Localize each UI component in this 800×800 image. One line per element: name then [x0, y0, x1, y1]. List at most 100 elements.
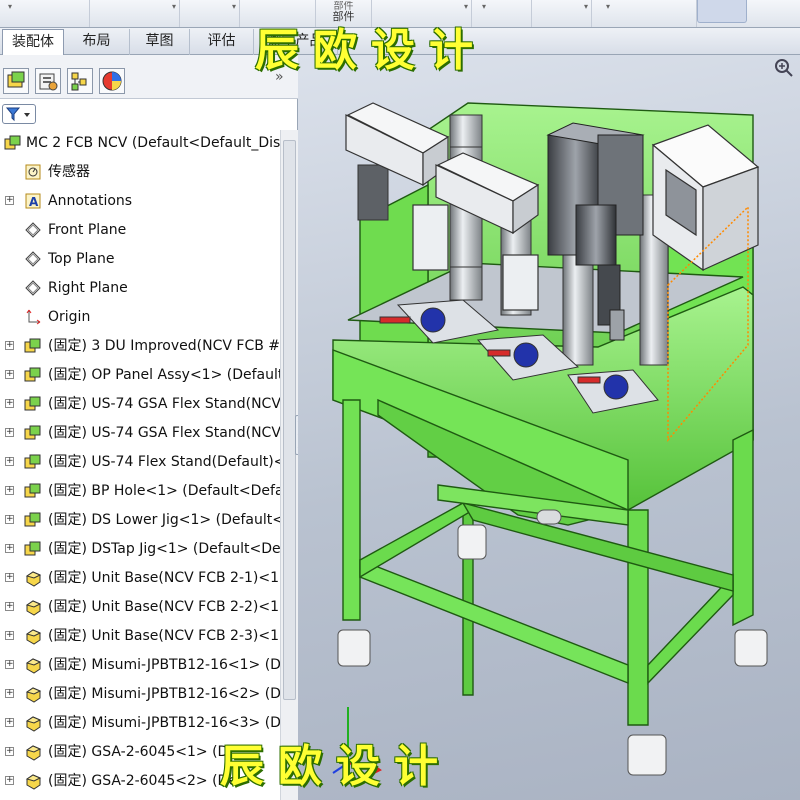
tree-item[interactable]: + (固定) US-74 GSA Flex Stand(NCV F — [0, 420, 280, 446]
tree-item-label: MC 2 FCB NCV (Default<Default_Disp — [26, 135, 280, 151]
tree-item-label: (固定) DSTap Jig<1> (Default<Def — [48, 541, 280, 557]
svg-text:A: A — [29, 195, 39, 209]
tree-item[interactable]: + A Annotations — [0, 188, 280, 214]
expand-icon[interactable]: + — [5, 573, 14, 582]
tab-assembly[interactable]: 装配体 — [2, 29, 64, 55]
plane-icon — [25, 222, 41, 238]
display-manager-tab[interactable] — [99, 68, 125, 94]
tree-item-label: (固定) Unit Base(NCV FCB 2-1)<1> — [48, 570, 280, 586]
tree-item-label: (固定) Misumi-JPBTB12-16<1> (De — [48, 657, 280, 673]
tab-evaluate[interactable]: 评估 — [190, 29, 254, 55]
expand-icon[interactable]: + — [5, 747, 14, 756]
ribbon-button[interactable]: ▾ — [90, 0, 180, 27]
expand-icon[interactable]: + — [5, 660, 14, 669]
expand-icon[interactable]: + — [5, 515, 14, 524]
tree-item-label: Top Plane — [48, 251, 115, 267]
tree-item[interactable]: Origin — [0, 304, 280, 330]
tree-item-label: Front Plane — [48, 222, 127, 238]
property-manager-icon — [39, 73, 58, 91]
expand-icon[interactable]: + — [5, 544, 14, 553]
expand-icon[interactable]: + — [5, 602, 14, 611]
tree-item-label: Origin — [48, 309, 91, 325]
tree-item[interactable]: + (固定) 3 DU Improved(NCV FCB #2 — [0, 333, 280, 359]
expand-icon[interactable]: + — [5, 631, 14, 640]
tree-item[interactable]: + (固定) US-74 Flex Stand(Default)<1 — [0, 449, 280, 475]
tree-item[interactable]: + (固定) DS Lower Jig<1> (Default<D — [0, 507, 280, 533]
filter-icon — [5, 107, 30, 122]
tree-item[interactable]: + (固定) Unit Base(NCV FCB 2-3)<1> — [0, 623, 280, 649]
tab-sketch[interactable]: 草图 — [130, 29, 190, 55]
expand-icon[interactable]: + — [5, 689, 14, 698]
subassembly-icon — [24, 483, 41, 498]
expand-icon[interactable]: + — [5, 399, 14, 408]
tree-item-label: Annotations — [48, 193, 133, 209]
tree-item-label: (固定) BP Hole<1> (Default<Defau — [48, 483, 280, 499]
feature-manager-icon — [7, 71, 25, 88]
ribbon-active-button[interactable] — [697, 0, 747, 23]
expand-icon[interactable]: + — [5, 341, 14, 350]
tree-item[interactable]: Top Plane — [0, 246, 280, 272]
filter-dropdown[interactable] — [2, 104, 36, 124]
tree-item[interactable]: + (固定) DSTap Jig<1> (Default<Def — [0, 536, 280, 562]
configuration-manager-icon — [71, 72, 87, 91]
graphics-viewport[interactable] — [298, 55, 800, 800]
part-icon — [25, 571, 42, 587]
tree-item[interactable]: + (固定) US-74 GSA Flex Stand(NCV F — [0, 391, 280, 417]
tree-item[interactable]: + (固定) Unit Base(NCV FCB 2-1)<1> — [0, 565, 280, 591]
assembly-icon — [4, 135, 21, 150]
subassembly-icon — [24, 541, 41, 556]
part-icon — [25, 745, 42, 761]
feature-tree: MC 2 FCB NCV (Default<Default_Disp 传感器 + A A… — [0, 130, 280, 800]
zoom-icon — [775, 59, 793, 77]
tree-root-item[interactable]: MC 2 FCB NCV (Default<Default_Disp — [0, 130, 280, 156]
zoom-to-fit-icon[interactable] — [773, 57, 799, 79]
property-manager-tab[interactable] — [35, 68, 61, 94]
part-icon — [25, 774, 42, 790]
filter-bar — [0, 101, 298, 125]
part-icon — [25, 629, 42, 645]
expand-icon[interactable]: + — [5, 370, 14, 379]
tree-item-label: (固定) OP Panel Assy<1> (Default< — [48, 367, 280, 383]
panel-icon-bar: » — [0, 55, 298, 99]
ribbon-button[interactable]: ▾ — [0, 0, 90, 27]
plane-icon — [25, 280, 41, 296]
machine-model-3d — [332, 102, 768, 776]
tab-layout[interactable]: 布局 — [64, 29, 130, 55]
tree-item-label: Right Plane — [48, 280, 128, 296]
expand-icon[interactable]: + — [5, 486, 14, 495]
expand-icon[interactable]: + — [5, 196, 14, 205]
tree-item[interactable]: + (固定) Misumi-JPBTB12-16<2> (De — [0, 681, 280, 707]
ribbon-button[interactable]: ▾ — [532, 0, 592, 27]
part-icon — [25, 687, 42, 703]
watermark-bottom: 辰欧设计 — [220, 741, 452, 792]
expand-icon[interactable]: + — [5, 428, 14, 437]
expand-icon[interactable]: + — [5, 776, 14, 785]
ribbon-button[interactable]: ▾ — [180, 0, 240, 27]
tree-item-label: (固定) Unit Base(NCV FCB 2-2)<1> — [48, 599, 280, 615]
tree-item[interactable]: Right Plane — [0, 275, 280, 301]
subassembly-icon — [24, 425, 41, 440]
expand-icon[interactable]: + — [5, 457, 14, 466]
tree-item-label: (固定) 3 DU Improved(NCV FCB #2 — [48, 338, 280, 354]
tree-item-label: (固定) US-74 GSA Flex Stand(NCV F — [48, 425, 280, 441]
tree-item-label: 传感器 — [48, 164, 90, 180]
tree-item[interactable]: + (固定) Unit Base(NCV FCB 2-2)<1> — [0, 594, 280, 620]
tree-scrollbar[interactable] — [280, 130, 298, 800]
tree-item-label: (固定) GSA-2-6045<1> (De — [48, 744, 237, 760]
watermark-top: 辰欧设计 — [255, 25, 487, 76]
tree-item[interactable]: + (固定) OP Panel Assy<1> (Default< — [0, 362, 280, 388]
display-manager-icon — [102, 71, 122, 91]
subassembly-icon — [24, 338, 41, 353]
tree-item[interactable]: + (固定) BP Hole<1> (Default<Defau — [0, 478, 280, 504]
tree-item-label: (固定) Unit Base(NCV FCB 2-3)<1> — [48, 628, 280, 644]
tree-item[interactable]: Front Plane — [0, 217, 280, 243]
tree-item[interactable]: 传感器 — [0, 159, 280, 185]
expand-icon[interactable]: + — [5, 718, 14, 727]
tree-item[interactable]: + (固定) Misumi-JPBTB12-16<1> (De — [0, 652, 280, 678]
configuration-manager-tab[interactable] — [67, 68, 93, 94]
feature-manager-tab[interactable] — [3, 68, 29, 94]
ribbon-button[interactable]: ▾ — [592, 0, 697, 27]
part-icon — [25, 600, 42, 616]
sensor-icon — [25, 164, 41, 180]
tree-item-label: (固定) Misumi-JPBTB12-16<2> (De — [48, 686, 280, 702]
